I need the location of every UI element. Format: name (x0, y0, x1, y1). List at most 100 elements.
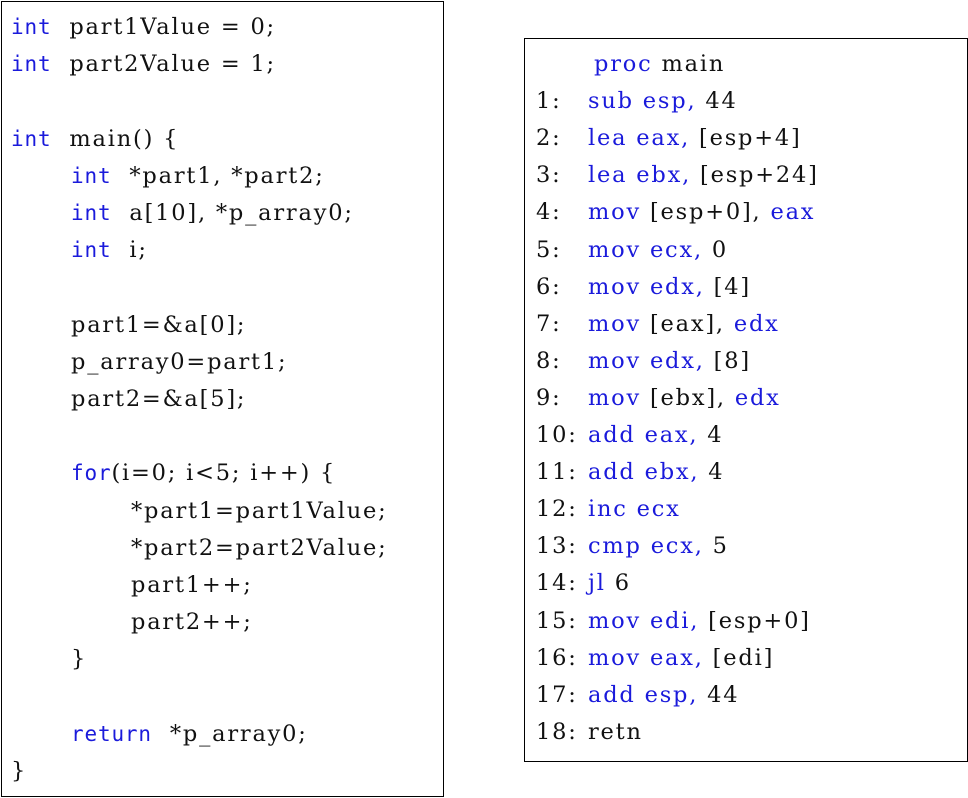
asm-code-line: 13: cmp ecx, 5 (536, 531, 729, 561)
c-code-text: (i=0; i<5; i++) { (111, 460, 337, 487)
c-code-line: int a[10], *p_array0; (71, 198, 354, 228)
asm-instruction: lea ebx, (588, 162, 692, 189)
asm-operand: [4] (713, 273, 751, 300)
asm-instruction: inc ecx (588, 496, 681, 523)
asm-operand: 4 (708, 459, 725, 486)
assembly-panel: proc main 1: sub esp, 44 2: lea eax, [esp+4]… (524, 38, 968, 762)
asm-operand: [edi] (712, 644, 775, 671)
asm-code-line: 10: add eax, 4 (536, 420, 723, 450)
asm-line-number: 14: (536, 570, 578, 597)
c-code-text: } (11, 758, 28, 784)
asm-register: eax (770, 199, 816, 226)
c-code-line: int part2Value = 1; (11, 49, 276, 79)
c-keyword: int (71, 201, 112, 225)
c-code-line: } (11, 756, 27, 786)
c-keyword: int (71, 238, 112, 263)
c-code-line: } (71, 644, 87, 674)
asm-line-number: 2: (536, 125, 562, 152)
asm-instruction: add esp, (588, 681, 699, 708)
asm-code-line: 18: retn (536, 717, 643, 747)
asm-operand: 44 (707, 681, 740, 708)
c-code-line: p_array0=part1; (71, 347, 287, 377)
c-keyword: int (11, 52, 52, 77)
c-keyword: return (71, 721, 152, 746)
asm-code-line: 3: lea ebx, [esp+24] (536, 160, 819, 190)
asm-operand: 44 (705, 88, 738, 115)
asm-line-number: 3: (536, 162, 562, 189)
c-code-line: int *part1, *part2; (71, 161, 325, 191)
asm-line-number: 16: (536, 644, 578, 671)
c-code-text: *part2=part2Value; (131, 534, 388, 561)
c-code-text: part2++; (131, 609, 253, 636)
c-code-text: a[10], *p_array0; (129, 200, 354, 226)
c-code-text: p_array0=part1; (71, 348, 288, 375)
c-code-text: *part1=part1Value; (131, 497, 388, 524)
c-code-line: *part2=part2Value; (131, 533, 388, 563)
asm-line-number: 10: (536, 422, 578, 448)
asm-instruction: mov (588, 384, 641, 411)
asm-code-line: 7: mov [eax], edx (536, 309, 780, 339)
asm-code-line: 8: mov edx, [8] (536, 346, 751, 376)
c-code-line: part2=&a[5]; (71, 384, 246, 414)
asm-line-number: 7: (536, 310, 562, 337)
asm-operand: [esp+0], (649, 199, 762, 226)
c-code-line: return *p_array0; (71, 719, 308, 749)
c-keyword: int (11, 126, 52, 151)
asm-line-number: 18: (536, 718, 578, 745)
c-source-panel: int part1Value = 0; int part2Value = 1; in… (1, 1, 444, 797)
asm-code-line: 2: lea eax, [esp+4] (536, 123, 802, 153)
c-code-line: *part1=part1Value; (131, 496, 388, 526)
asm-instruction: cmp ecx, (588, 533, 704, 560)
asm-line-number: 1: (536, 88, 562, 115)
asm-operand: 0 (711, 236, 728, 263)
asm-keyword: proc (594, 51, 653, 77)
asm-code-line: 14: jl 6 (536, 568, 631, 598)
asm-operand: 6 (614, 570, 631, 597)
asm-operand: 4 (707, 422, 724, 448)
asm-operand: [esp+4] (699, 125, 802, 152)
c-code-text: part1++; (131, 572, 253, 598)
asm-operand: [ebx], (649, 384, 726, 411)
c-code-line: int part1Value = 0; (11, 12, 276, 42)
asm-instruction: mov edx, (588, 347, 705, 374)
asm-code-line: 11: add ebx, 4 (536, 457, 724, 487)
asm-instruction: mov eax, (588, 644, 704, 671)
asm-instruction: add ebx, (588, 459, 700, 486)
c-code-text: main() { (69, 125, 180, 152)
asm-instruction: mov (588, 310, 641, 337)
asm-line-number: 8: (536, 347, 562, 374)
c-code-line: part2++; (131, 607, 253, 637)
asm-instruction: sub esp, (588, 88, 697, 115)
asm-register: edx (734, 384, 781, 411)
asm-line-number: 12: (536, 496, 578, 523)
asm-register: edx (733, 310, 780, 337)
c-code-text: } (71, 646, 88, 673)
asm-code-line: 17: add esp, 44 (536, 680, 739, 710)
asm-line-number: 15: (536, 607, 578, 634)
c-code-line: part1=&a[0]; (71, 310, 246, 340)
asm-code-line: 16: mov eax, [edi] (536, 643, 774, 673)
asm-code-line: 5: mov ecx, 0 (536, 235, 728, 265)
asm-line-number: 11: (536, 459, 578, 486)
asm-operand: [8] (713, 347, 751, 374)
asm-instruction: add eax, (588, 422, 699, 448)
asm-line-number: 17: (536, 681, 578, 708)
c-code-text: part2=&a[5]; (71, 386, 247, 412)
asm-code-line: 12: inc ecx (536, 494, 690, 524)
c-keyword: int (71, 163, 112, 188)
asm-operand: retn (588, 718, 643, 745)
asm-proc-header: proc main (594, 49, 725, 79)
asm-operand: 5 (712, 533, 729, 560)
asm-code-line: 9: mov [ebx], edx (536, 383, 781, 413)
c-keyword: int (11, 15, 52, 39)
c-code-line: int main() { (11, 124, 179, 154)
c-code-line: for(i=0; i<5; i++) { (71, 458, 336, 488)
asm-instruction: mov edi, (588, 607, 700, 634)
asm-operand: [esp+24] (700, 162, 819, 189)
c-code-text: *p_array0; (169, 720, 308, 747)
asm-instruction: mov edx, (588, 273, 705, 300)
asm-proc-name: main (661, 51, 726, 77)
c-code-line: part1++; (131, 570, 253, 600)
asm-instruction: jl (588, 570, 606, 597)
c-code-text: *part1, *part2; (129, 162, 325, 189)
